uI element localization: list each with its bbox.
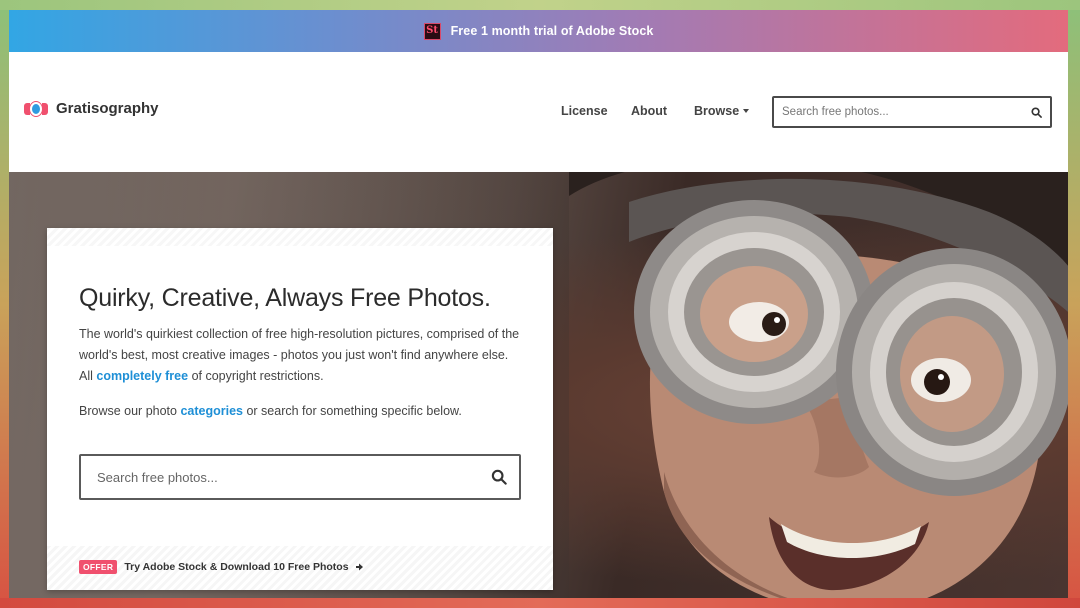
hero-photo-goggles-man: [569, 172, 1068, 598]
header-search-input[interactable]: [774, 106, 1022, 118]
frame-top: [0, 0, 1080, 10]
completely-free-link[interactable]: completely free: [96, 369, 188, 383]
page: St Free 1 month trial of Adobe Stock Gra…: [9, 10, 1068, 598]
nav-item-about: About: [631, 104, 667, 118]
nav-link-about[interactable]: About: [631, 104, 667, 118]
categories-link[interactable]: categories: [180, 404, 243, 418]
hero-description: The world's quirkiest collection of free…: [79, 324, 523, 387]
frame-right: [1068, 10, 1080, 598]
chevron-down-icon: [743, 109, 750, 113]
header-search-button[interactable]: [1022, 98, 1050, 126]
frame-bottom: [0, 598, 1080, 608]
search-icon: [491, 469, 507, 485]
hero-description-text-end: of copyright restrictions.: [188, 369, 324, 383]
adobe-stock-promo-banner[interactable]: St Free 1 month trial of Adobe Stock: [9, 10, 1068, 52]
nav-link-license[interactable]: License: [561, 104, 608, 118]
nav-link-browse[interactable]: Browse: [694, 104, 739, 118]
browse-prompt-text-end: or search for something specific below.: [242, 404, 462, 418]
gratisography-logo-icon: [24, 101, 48, 116]
adobe-stock-offer-link[interactable]: OFFER Try Adobe Stock & Download 10 Free…: [79, 560, 363, 574]
frame-left: [0, 10, 9, 598]
browse-prompt-text: Browse our photo: [79, 404, 181, 418]
arrow-right-icon: [355, 563, 363, 571]
nav-item-license: License: [561, 104, 608, 118]
hero-search-box: [79, 454, 521, 500]
search-icon: [1030, 106, 1042, 118]
hero-section: Quirky, Creative, Always Free Photos. Th…: [9, 172, 1068, 598]
card-stripe-decoration: [47, 228, 553, 246]
adobe-stock-logo-icon: St: [423, 22, 441, 40]
promo-banner-text: Free 1 month trial of Adobe Stock: [450, 24, 654, 38]
hero-search-button[interactable]: [479, 457, 519, 497]
hero-search-input[interactable]: [81, 469, 479, 485]
nav-item-browse[interactable]: Browse: [694, 104, 750, 118]
site-header: Gratisography License About Browse: [9, 52, 1068, 172]
brand-name: Gratisography: [56, 100, 159, 117]
hero-title: Quirky, Creative, Always Free Photos.: [79, 284, 491, 312]
offer-badge: OFFER: [79, 560, 118, 574]
browse-prompt: Browse our photo categories or search fo…: [79, 404, 462, 418]
header-search-box: [772, 96, 1052, 128]
brand-logo-link[interactable]: Gratisography: [24, 100, 159, 117]
hero-content-card: Quirky, Creative, Always Free Photos. Th…: [47, 228, 553, 590]
offer-text: Try Adobe Stock & Download 10 Free Photo…: [124, 561, 349, 573]
